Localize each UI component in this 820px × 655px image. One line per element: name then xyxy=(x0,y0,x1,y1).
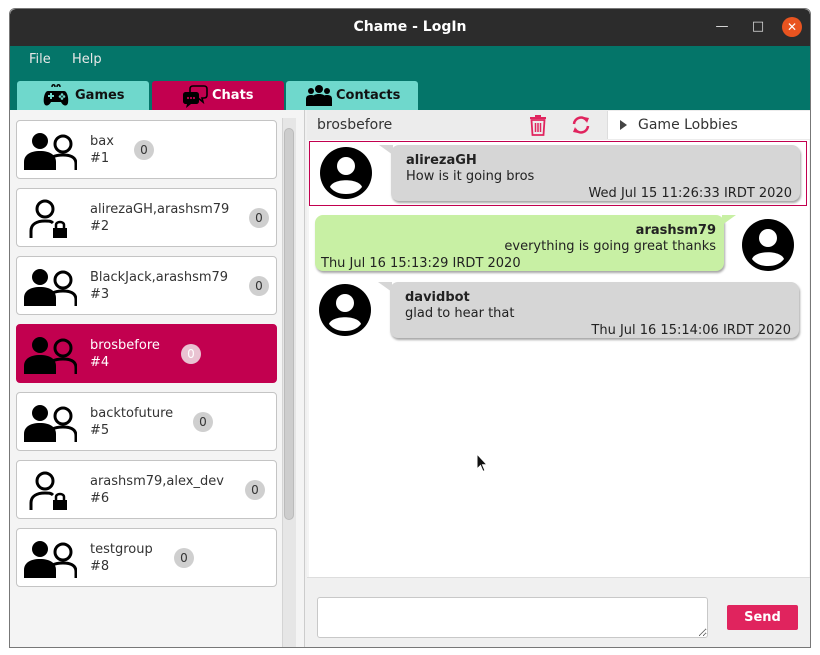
chat-name: brosbefore xyxy=(90,338,160,353)
message-bubble: alirezaGH How is it going bros Wed Jul 1… xyxy=(379,145,800,201)
group-icon xyxy=(24,337,77,374)
message-input[interactable] xyxy=(317,597,708,638)
chat-list-scroll-thumb[interactable] xyxy=(284,128,294,520)
gamepad-icon xyxy=(43,84,69,106)
message-time: Thu Jul 16 15:14:06 IRDT 2020 xyxy=(591,323,791,338)
tab-chats[interactable]: Chats xyxy=(152,81,284,110)
group-icon xyxy=(24,405,77,442)
chat-number: #1 xyxy=(90,151,110,166)
chat-list-item-backtofuture[interactable]: backtofuture #5 0 xyxy=(16,392,277,451)
user-avatar-icon xyxy=(319,284,371,336)
message-sender: davidbot xyxy=(405,290,470,305)
message-row[interactable]: alirezaGH How is it going bros Wed Jul 1… xyxy=(309,141,807,206)
people-icon xyxy=(306,85,332,106)
conversation-panel: brosbefore Game Lobbies alirezaGH How is… xyxy=(307,110,810,647)
chat-list-panel: bax #1 0 alirezaGH,arashsm79 #2 0 BlackJ… xyxy=(10,110,305,647)
game-lobbies-toggle[interactable]: Game Lobbies xyxy=(607,111,810,139)
unread-badge: 0 xyxy=(174,548,194,568)
unread-badge: 0 xyxy=(245,480,265,500)
group-icon xyxy=(24,541,77,578)
message-sender: alirezaGH xyxy=(406,153,477,168)
message-time: Thu Jul 16 15:13:29 IRDT 2020 xyxy=(321,256,521,271)
close-icon[interactable]: ✕ xyxy=(782,17,802,37)
unread-badge: 0 xyxy=(249,208,269,228)
tab-chats-label: Chats xyxy=(212,88,254,103)
message-text: everything is going great thanks xyxy=(504,239,716,254)
user-avatar-icon xyxy=(320,147,372,199)
app-window: Chame - LogIn — □ ✕ File Help Games Chat… xyxy=(9,8,811,648)
expand-triangle-icon xyxy=(620,120,627,130)
mouse-cursor-icon xyxy=(476,453,488,473)
chat-name: bax xyxy=(90,134,114,149)
chat-list-item-blackjack-arashsm79[interactable]: BlackJack,arashsm79 #3 0 xyxy=(16,256,277,315)
menu-help[interactable]: Help xyxy=(72,46,102,73)
menu-bar: File Help xyxy=(10,46,810,73)
tab-games-label: Games xyxy=(75,88,125,103)
message-text: How is it going bros xyxy=(406,169,535,184)
chat-list-item-testgroup[interactable]: testgroup #8 0 xyxy=(16,528,277,587)
private-user-lock-icon xyxy=(29,199,67,238)
trash-icon[interactable] xyxy=(528,114,548,136)
chat-list-item-bax[interactable]: bax #1 0 xyxy=(16,120,277,179)
chat-list-item-brosbefore[interactable]: brosbefore #4 0 xyxy=(16,324,277,383)
message-sender: arashsm79 xyxy=(635,223,716,238)
chat-name: BlackJack,arashsm79 xyxy=(90,270,229,285)
window-title: Chame - LogIn xyxy=(353,19,467,35)
message-bubble: davidbot glad to hear that Thu Jul 16 15… xyxy=(378,282,799,338)
title-bar[interactable]: Chame - LogIn — □ ✕ xyxy=(10,9,810,46)
chat-number: #6 xyxy=(90,491,110,506)
chat-list-item-arashsm79-alex-dev[interactable]: arashsm79,alex_dev #6 0 xyxy=(16,460,277,519)
tab-games[interactable]: Games xyxy=(17,81,149,110)
chat-name: alirezaGH,arashsm79 xyxy=(90,202,230,217)
user-avatar-icon xyxy=(742,219,794,271)
send-button[interactable]: Send xyxy=(727,605,798,630)
chat-list-item-alirezagh-arashsm79[interactable]: alirezaGH,arashsm79 #2 0 xyxy=(16,188,277,247)
minimize-icon[interactable]: — xyxy=(712,17,732,37)
maximize-icon[interactable]: □ xyxy=(748,17,768,37)
chat-name: backtofuture xyxy=(90,406,174,421)
group-icon xyxy=(24,133,77,170)
private-user-lock-icon xyxy=(29,471,67,510)
message-time: Wed Jul 15 11:26:33 IRDT 2020 xyxy=(588,186,792,201)
chat-title: brosbefore xyxy=(317,117,393,133)
tab-strip: Games Chats Contacts xyxy=(10,73,810,110)
tab-contacts[interactable]: Contacts xyxy=(286,81,418,110)
composer: Send xyxy=(307,577,810,647)
message-bubble: arashsm79 everything is going great than… xyxy=(315,215,736,271)
chat-number: #5 xyxy=(90,423,110,438)
chat-bubbles-icon xyxy=(183,85,208,108)
message-text: glad to hear that xyxy=(405,306,515,321)
chat-header: brosbefore Game Lobbies xyxy=(307,110,810,140)
chat-number: #4 xyxy=(90,355,110,370)
unread-badge: 0 xyxy=(193,412,213,432)
chat-number: #3 xyxy=(90,287,110,302)
chat-number: #8 xyxy=(90,559,110,574)
message-row[interactable]: arashsm79 everything is going great than… xyxy=(309,211,807,276)
menu-file[interactable]: File xyxy=(29,46,51,73)
unread-badge: 0 xyxy=(249,276,269,296)
group-icon xyxy=(24,269,77,306)
unread-badge: 0 xyxy=(134,140,154,160)
game-lobbies-label: Game Lobbies xyxy=(638,117,738,133)
message-row[interactable]: davidbot glad to hear that Thu Jul 16 15… xyxy=(309,279,807,344)
message-list[interactable]: alirezaGH How is it going bros Wed Jul 1… xyxy=(309,140,809,577)
chat-number: #2 xyxy=(90,219,110,234)
unread-badge: 0 xyxy=(181,344,201,364)
chat-name: testgroup xyxy=(90,542,153,557)
chat-name: arashsm79,alex_dev xyxy=(90,474,224,489)
tab-contacts-label: Contacts xyxy=(336,88,401,103)
refresh-icon[interactable] xyxy=(571,114,591,136)
